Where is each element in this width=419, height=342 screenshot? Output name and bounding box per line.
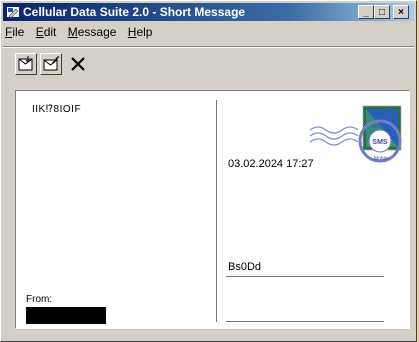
address-line (226, 276, 384, 277)
recipient-field[interactable]: Bs0Dd (228, 261, 261, 273)
maximize-button[interactable]: □ (374, 5, 390, 19)
delete-button[interactable] (67, 53, 89, 75)
message-text[interactable]: IIK⁉8IOIF (32, 104, 81, 115)
edit-message-button[interactable] (40, 53, 62, 75)
stamp-text: SMS (372, 139, 388, 146)
message-datetime: 03.02.2024 17:27 (228, 158, 314, 170)
app-icon (7, 7, 19, 19)
postcard: IIK⁉8IOIF SMS FAC Mobile 03.02.2024 17:2… (15, 90, 410, 329)
window-title: Cellular Data Suite 2.0 - Short Message (23, 5, 246, 19)
from-label: From: (26, 294, 53, 305)
postmark-ring-top: FAC (372, 124, 382, 130)
application-window: Cellular Data Suite 2.0 - Short Message … (0, 0, 417, 342)
menu-edit[interactable]: Edit (36, 25, 57, 39)
menu-bar: File Edit Message Help (5, 25, 160, 43)
postmark-ring-bottom: Mobile (374, 156, 389, 162)
menu-help[interactable]: Help (128, 25, 153, 39)
save-message-button[interactable] (15, 53, 37, 75)
address-line (226, 321, 384, 322)
menu-file[interactable]: File (5, 25, 24, 39)
from-field-redacted[interactable] (26, 307, 106, 324)
menu-message[interactable]: Message (68, 25, 117, 39)
save-message-icon (18, 56, 33, 71)
title-bar[interactable]: Cellular Data Suite 2.0 - Short Message … (3, 3, 414, 21)
minimize-button[interactable]: _ (358, 5, 374, 19)
delete-icon (71, 57, 85, 71)
close-button[interactable]: × (393, 5, 409, 19)
edit-message-icon (43, 56, 59, 71)
toolbar-separator (3, 46, 414, 48)
postcard-divider (216, 100, 217, 322)
postage-stamp-icon: SMS FAC Mobile (309, 105, 402, 163)
